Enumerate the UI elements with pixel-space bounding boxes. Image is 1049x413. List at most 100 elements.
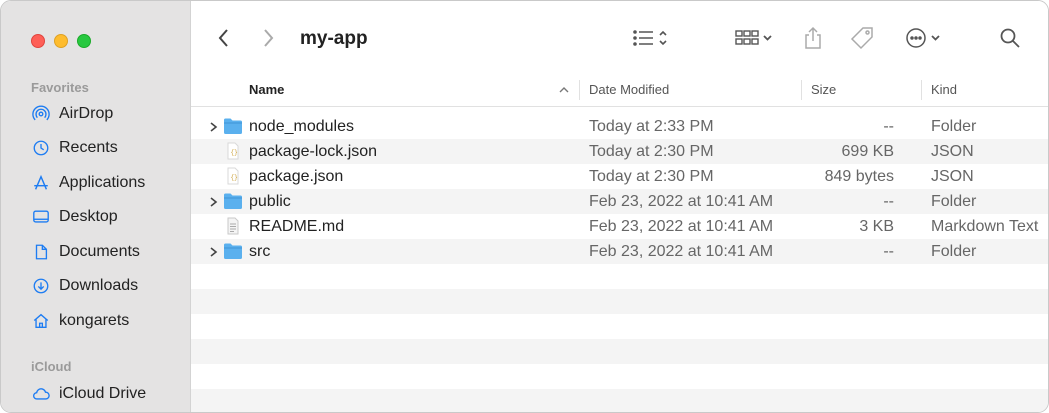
file-date: Today at 2:30 PM	[589, 167, 714, 185]
file-kind: Folder	[931, 117, 977, 135]
disclosure-triangle-icon[interactable]	[209, 189, 218, 214]
search-icon	[999, 27, 1021, 49]
file-kind: Folder	[931, 242, 977, 260]
json-file-icon: {}	[227, 142, 239, 160]
close-button[interactable]	[31, 34, 45, 48]
minimize-button[interactable]	[54, 34, 68, 48]
sidebar: Favorites AirDrop Recents Applications D…	[1, 1, 191, 412]
sidebar-item-home[interactable]: kongarets	[31, 308, 129, 334]
sidebar-item-label: Applications	[59, 174, 146, 191]
sidebar-item-label: Downloads	[59, 277, 139, 294]
finder-window: Favorites AirDrop Recents Applications D…	[0, 0, 1049, 413]
file-name: package-lock.json	[249, 142, 378, 160]
folder-icon	[224, 118, 242, 134]
empty-row	[191, 264, 1048, 289]
disclosure-triangle-icon[interactable]	[209, 239, 218, 264]
file-row[interactable]: node_modules Today at 2:33 PM -- Folder	[191, 114, 1048, 139]
file-date: Feb 23, 2022 at 10:41 AM	[589, 242, 774, 260]
tag-button[interactable]	[849, 25, 875, 51]
back-button[interactable]	[217, 25, 231, 51]
file-size: --	[883, 192, 894, 210]
disclosure-triangle-icon[interactable]	[209, 114, 218, 139]
window-title: my-app	[300, 28, 368, 49]
sidebar-item-label: AirDrop	[59, 105, 114, 122]
json-file-icon: {}	[227, 167, 239, 185]
more-actions-button[interactable]	[905, 25, 947, 51]
file-kind: Markdown Text	[931, 217, 1039, 235]
sidebar-item-icloud-drive[interactable]: iCloud Drive	[31, 381, 146, 407]
file-row[interactable]: src Feb 23, 2022 at 10:41 AM -- Folder	[191, 239, 1048, 264]
file-row[interactable]: {} package.json Today at 2:30 PM 849 byt…	[191, 164, 1048, 189]
list-view-icon	[632, 28, 674, 48]
zoom-button[interactable]	[77, 34, 91, 48]
applications-icon	[31, 173, 51, 193]
file-name: package.json	[249, 167, 344, 185]
file-size: --	[883, 242, 894, 260]
share-button[interactable]	[803, 25, 823, 51]
file-size: 699 KB	[841, 142, 894, 160]
file-date: Feb 23, 2022 at 10:41 AM	[589, 217, 774, 235]
folder-icon	[224, 243, 242, 259]
file-list: node_modules Today at 2:33 PM -- Folder …	[191, 114, 1048, 412]
sort-ascending-icon[interactable]	[559, 73, 569, 106]
share-icon	[803, 26, 823, 50]
file-kind: JSON	[931, 142, 974, 160]
sidebar-item-label: Desktop	[59, 208, 118, 225]
ellipsis-circle-icon	[905, 27, 947, 49]
view-mode-button[interactable]	[632, 25, 674, 51]
airdrop-icon	[31, 104, 51, 124]
document-icon	[31, 242, 51, 262]
file-name: node_modules	[249, 117, 354, 135]
column-header-size[interactable]: Size	[811, 73, 836, 106]
file-date: Today at 2:33 PM	[589, 117, 714, 135]
sidebar-item-label: Documents	[59, 243, 140, 260]
sidebar-section-icloud: iCloud	[31, 359, 72, 374]
file-row[interactable]: public Feb 23, 2022 at 10:41 AM -- Folde…	[191, 189, 1048, 214]
toolbar: my-app	[191, 1, 1048, 73]
empty-row	[191, 314, 1048, 339]
sidebar-item-applications[interactable]: Applications	[31, 170, 145, 196]
column-header-date[interactable]: Date Modified	[589, 73, 669, 106]
svg-text:{}: {}	[231, 149, 238, 156]
empty-row	[191, 389, 1048, 412]
window-controls	[31, 34, 91, 48]
svg-text:{}: {}	[231, 174, 238, 181]
folder-icon	[224, 193, 242, 209]
sidebar-item-recents[interactable]: Recents	[31, 135, 118, 161]
column-divider[interactable]	[801, 80, 802, 100]
file-kind: Folder	[931, 192, 977, 210]
desktop-icon	[31, 207, 51, 227]
sidebar-item-label: iCloud Drive	[59, 385, 147, 402]
sidebar-item-desktop[interactable]: Desktop	[31, 204, 118, 230]
sidebar-item-label: kongarets	[59, 312, 130, 329]
file-date: Feb 23, 2022 at 10:41 AM	[589, 192, 774, 210]
column-header-kind[interactable]: Kind	[931, 73, 957, 106]
text-file-icon	[227, 217, 239, 235]
sidebar-item-label: Recents	[59, 139, 118, 156]
column-divider[interactable]	[921, 80, 922, 100]
file-kind: JSON	[931, 167, 974, 185]
group-by-button[interactable]	[735, 25, 773, 51]
file-row[interactable]: README.md Feb 23, 2022 at 10:41 AM 3 KB …	[191, 214, 1048, 239]
sidebar-item-documents[interactable]: Documents	[31, 239, 140, 265]
empty-row	[191, 289, 1048, 314]
column-divider[interactable]	[579, 80, 580, 100]
file-date: Today at 2:30 PM	[589, 142, 714, 160]
sidebar-section-favorites: Favorites	[31, 80, 89, 95]
tag-icon	[849, 26, 875, 50]
empty-row	[191, 339, 1048, 364]
clock-icon	[31, 138, 51, 158]
file-row[interactable]: {} package-lock.json Today at 2:30 PM 69…	[191, 139, 1048, 164]
column-header-name[interactable]: Name	[249, 73, 284, 106]
column-header-bar: Name Date Modified Size Kind	[191, 73, 1048, 107]
file-size: 3 KB	[859, 217, 894, 235]
file-name: README.md	[249, 217, 345, 235]
download-icon	[31, 276, 51, 296]
file-size: --	[883, 117, 894, 135]
sidebar-item-airdrop[interactable]: AirDrop	[31, 101, 113, 127]
forward-button[interactable]	[261, 25, 275, 51]
empty-row	[191, 364, 1048, 389]
sidebar-item-downloads[interactable]: Downloads	[31, 273, 138, 299]
search-button[interactable]	[999, 25, 1021, 51]
cloud-icon	[31, 384, 51, 404]
